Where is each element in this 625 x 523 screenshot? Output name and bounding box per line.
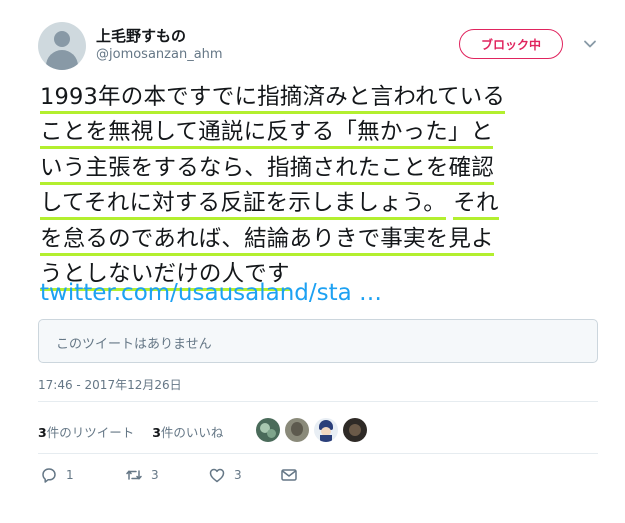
tweet-line: ことを無視して通説に反する「無かった」と [40,115,610,150]
chevron-down-icon[interactable] [583,37,597,51]
reply-button[interactable]: 1 [40,466,125,484]
retweet-icon [126,470,142,480]
like-button[interactable]: 3 [208,466,280,484]
engagement-stats: 3件のリツイート 3件のいいね [38,422,223,441]
tweet-link[interactable]: twitter.com/usausaland/sta … [40,280,382,306]
divider [38,453,598,454]
reply-count: 1 [66,468,74,482]
blocked-button[interactable]: ブロック中 [459,29,563,59]
tweet-line: いう主張をするなら、指摘されたことを確認 [40,151,610,186]
retweet-stat[interactable]: 3件のリツイート [38,425,134,440]
avatar[interactable] [38,22,86,70]
divider [38,401,598,402]
liker-avatar[interactable] [314,418,338,442]
like-count: 3 [234,468,242,482]
tweet-actions: 1 3 3 [40,466,306,484]
user-handle[interactable]: @jomosanzan_ahm [96,47,223,62]
display-name[interactable]: 上毛野すもの [96,25,186,46]
like-stat[interactable]: 3件のいいね [152,425,223,440]
liker-avatar[interactable] [285,418,309,442]
tweet-line: を怠るのであれば、結論ありきで事実を見よ [40,222,610,257]
tweet-timestamp[interactable]: 17:46 - 2017年12月26日 [38,376,182,393]
avatar-body-shape [46,50,78,70]
envelope-icon [281,469,297,481]
tweet-line: 1993年の本ですでに指摘済みと言われている [40,80,610,115]
direct-message-button[interactable] [280,466,306,484]
retweet-button[interactable]: 3 [125,466,208,484]
retweet-count: 3 [151,468,159,482]
quoted-tweet-card[interactable]: このツイートはありません [38,319,598,363]
tweet-text: 1993年の本ですでに指摘済みと言われている ことを無視して通説に反する「無かっ… [40,80,610,292]
liker-avatar[interactable] [256,418,280,442]
liker-avatars [256,418,372,442]
avatar-head-shape [54,31,70,47]
liker-avatar[interactable] [343,418,367,442]
quoted-tweet-unavailable-text: このツイートはありません [56,337,212,352]
tweet-line: してそれに対する反証を示しましょう。 それ [40,186,610,221]
reply-icon [42,468,56,483]
heart-icon [209,468,225,483]
